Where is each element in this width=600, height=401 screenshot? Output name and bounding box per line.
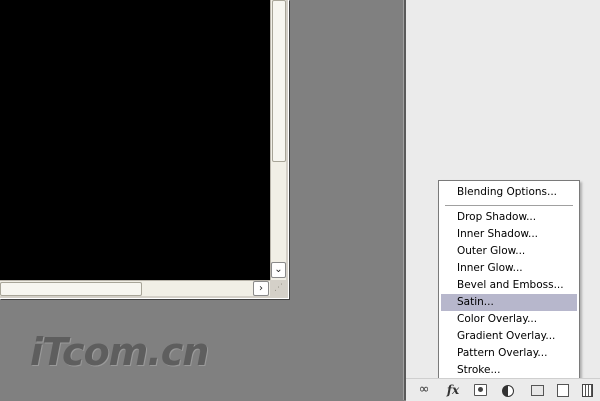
delete-layer-icon[interactable] bbox=[582, 384, 593, 397]
menu-item-inner-glow[interactable]: Inner Glow... bbox=[441, 260, 577, 277]
layers-panel-toolbar: ∞ fx bbox=[406, 378, 600, 401]
menu-item-gradient-overlay[interactable]: Gradient Overlay... bbox=[441, 328, 577, 345]
vertical-scroll-thumb[interactable] bbox=[272, 0, 286, 162]
workspace-area: ⌄ › ⋰ iTcom.cn bbox=[0, 0, 405, 400]
horizontal-scroll-thumb[interactable] bbox=[0, 282, 142, 296]
menu-item-stroke[interactable]: Stroke... bbox=[441, 362, 577, 379]
menu-item-color-overlay[interactable]: Color Overlay... bbox=[441, 311, 577, 328]
document-window: ⌄ › ⋰ bbox=[0, 0, 289, 299]
scroll-right-button[interactable]: › bbox=[253, 281, 269, 296]
watermark: iTcom.cn bbox=[30, 330, 209, 374]
menu-separator bbox=[445, 205, 573, 206]
scroll-down-button[interactable]: ⌄ bbox=[271, 262, 286, 278]
menu-item-bevel-and-emboss[interactable]: Bevel and Emboss... bbox=[441, 277, 577, 294]
menu-item-pattern-overlay[interactable]: Pattern Overlay... bbox=[441, 345, 577, 362]
menu-item-outer-glow[interactable]: Outer Glow... bbox=[441, 243, 577, 260]
new-group-icon[interactable] bbox=[531, 385, 544, 396]
menu-item-drop-shadow[interactable]: Drop Shadow... bbox=[441, 209, 577, 226]
layer-mask-icon[interactable] bbox=[474, 384, 487, 396]
new-layer-icon[interactable] bbox=[557, 384, 569, 397]
link-layers-icon[interactable]: ∞ bbox=[415, 382, 433, 398]
menu-item-inner-shadow[interactable]: Inner Shadow... bbox=[441, 226, 577, 243]
adjustment-layer-icon[interactable] bbox=[502, 385, 514, 397]
menu-item-satin[interactable]: Satin... bbox=[441, 294, 577, 311]
layer-style-menu: Blending Options... Drop Shadow... Inner… bbox=[438, 180, 580, 380]
vertical-scrollbar[interactable]: ⌄ bbox=[270, 0, 286, 280]
menu-item-blending-options[interactable]: Blending Options... bbox=[441, 184, 577, 201]
fx-icon[interactable]: fx bbox=[444, 382, 462, 398]
horizontal-scrollbar[interactable]: › bbox=[0, 280, 270, 296]
resize-grip-icon[interactable]: ⋰ bbox=[271, 281, 286, 296]
canvas[interactable] bbox=[0, 0, 270, 280]
